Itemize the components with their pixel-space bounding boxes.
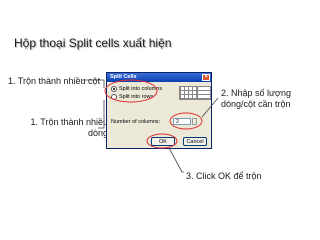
callout-overlay [82,79,219,173]
callout-line-ok [168,147,184,173]
callout-line-rows [98,100,105,129]
callout-line-columns [82,79,105,88]
callout-line-number [201,97,219,118]
highlight-ellipse-ok [146,133,178,149]
highlight-ellipse-options [104,79,158,103]
highlight-ellipse-number [169,112,203,130]
